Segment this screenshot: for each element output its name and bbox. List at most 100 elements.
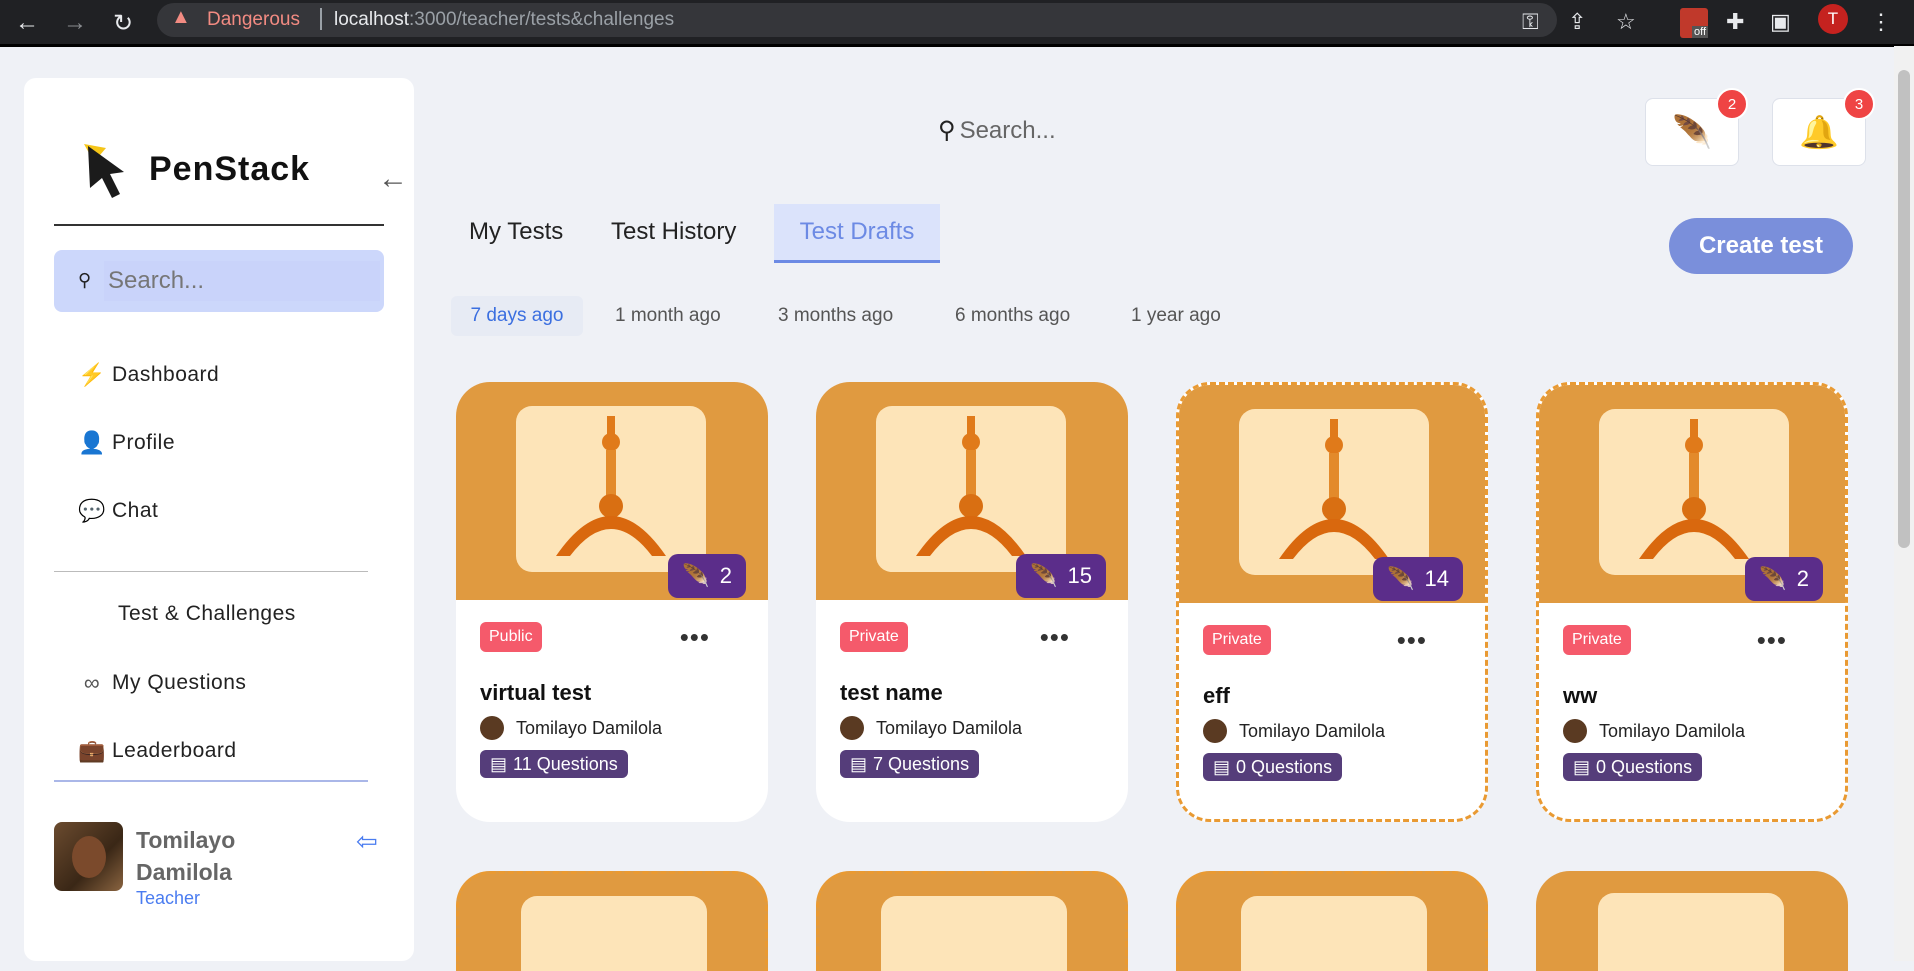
warning-icon[interactable]: ▲ [171, 6, 191, 29]
puzzle-icon[interactable]: ✚ [1726, 9, 1744, 35]
trophy-icon [1241, 896, 1427, 971]
more-options-icon[interactable]: ••• [1397, 625, 1427, 656]
test-card[interactable] [456, 871, 768, 971]
trophy-icon [881, 896, 1067, 971]
user-icon: 👤 [78, 430, 106, 455]
reload-icon[interactable]: ↻ [108, 8, 138, 38]
document-icon: ▤ [1573, 756, 1591, 777]
sidebar-item-dashboard[interactable]: ⚡ Dashboard [78, 362, 219, 388]
document-icon: ▤ [490, 753, 508, 774]
url-separator [320, 8, 322, 30]
card-author: Tomilayo Damilola [1563, 719, 1745, 743]
sidebar-item-label: Profile [112, 431, 176, 454]
side-panel-icon[interactable]: ▣ [1770, 9, 1791, 35]
sidebar-item-chat[interactable]: 💬 Chat [78, 498, 158, 524]
security-label[interactable]: Dangerous [207, 9, 300, 31]
collapse-arrow-icon[interactable]: ← [378, 162, 408, 196]
scrollbar-thumb[interactable] [1898, 70, 1910, 548]
notifications-badge: 3 [1843, 88, 1875, 120]
filter-1-year[interactable]: 1 year ago [1131, 296, 1221, 336]
card-count-badge: 🪶 14 [1373, 557, 1463, 601]
search-icon: ⚲ [938, 117, 956, 144]
visibility-badge: Private [840, 622, 908, 652]
logo-icon [84, 144, 124, 198]
test-card[interactable]: 🪶 2 Public ••• virtual test Tomilayo Dami… [456, 382, 768, 822]
trophy-icon [521, 896, 707, 971]
main-search-placeholder: Search... [959, 116, 1056, 144]
feather-icon: 🪶 [1672, 114, 1712, 150]
brand-name[interactable]: PenStack [149, 150, 310, 189]
search-icon: ⚲ [78, 270, 92, 290]
main-search[interactable]: ⚲ Search... [938, 116, 1056, 145]
filter-7-days[interactable]: 7 days ago [451, 296, 583, 336]
more-options-icon[interactable]: ••• [1040, 622, 1070, 653]
test-card[interactable] [1176, 871, 1488, 971]
tab-test-drafts[interactable]: Test Drafts [774, 204, 940, 263]
filter-6-months[interactable]: 6 months ago [955, 296, 1070, 336]
document-icon: ▤ [850, 753, 868, 774]
sidebar-item-leaderboard[interactable]: 💼 Leaderboard [78, 738, 237, 764]
test-card[interactable] [1536, 871, 1848, 971]
test-card[interactable]: 🪶 15 Private ••• test name Tomilayo Damil… [816, 382, 1128, 822]
test-card[interactable] [816, 871, 1128, 971]
avatar[interactable] [54, 822, 123, 891]
menu-icon[interactable]: ⋮ [1870, 9, 1892, 35]
sidebar-search: ⚲ [54, 250, 384, 312]
card-title: eff [1203, 683, 1230, 708]
bolt-icon: ⚡ [78, 362, 106, 387]
sidebar-item-test-challenges[interactable]: Test & Challenges [118, 602, 296, 626]
sidebar-item-label: Leaderboard [112, 739, 237, 762]
feather-badge: 2 [1716, 88, 1748, 120]
feather-icon: 🪶 [1387, 566, 1415, 591]
card-author: Tomilayo Damilola [1203, 719, 1385, 743]
test-card[interactable]: 🪶 2 Private ••• ww Tomilayo Damilola ▤ 0 Q… [1536, 382, 1848, 822]
extension-icon[interactable]: off [1680, 8, 1708, 38]
sidebar-item-profile[interactable]: 👤 Profile [78, 430, 175, 456]
sidebar-divider [54, 224, 384, 226]
sidebar-divider [54, 571, 368, 572]
key-icon[interactable]: ⚿ [1522, 9, 1539, 35]
author-avatar [1203, 719, 1227, 743]
tab-test-history[interactable]: Test History [611, 218, 736, 246]
feather-icon: 🪶 [682, 563, 710, 588]
sidebar-item-my-questions[interactable]: ∞ My Questions [78, 670, 246, 696]
questions-badge: ▤ 7 Questions [840, 750, 980, 778]
more-options-icon[interactable]: ••• [680, 622, 710, 653]
author-avatar [1563, 719, 1587, 743]
sidebar-item-label: My Questions [112, 671, 247, 694]
visibility-badge: Public [480, 622, 542, 652]
sidebar-search-input[interactable] [104, 261, 380, 301]
bell-icon: 🔔 [1799, 114, 1839, 150]
share-icon[interactable]: ⇪ [1568, 9, 1586, 35]
sidebar-divider [54, 780, 368, 782]
card-title: virtual test [480, 680, 592, 705]
filter-3-months[interactable]: 3 months ago [778, 296, 893, 336]
author-avatar [840, 716, 864, 740]
tab-my-tests[interactable]: My Tests [469, 218, 563, 246]
questions-badge: ▤ 0 Questions [1203, 753, 1343, 781]
back-arrow-icon[interactable]: ← [12, 8, 42, 38]
card-author: Tomilayo Damilola [840, 716, 1022, 740]
trophy-icon [1598, 893, 1784, 971]
visibility-badge: Private [1203, 625, 1271, 655]
author-avatar [480, 716, 504, 740]
more-options-icon[interactable]: ••• [1757, 625, 1787, 656]
questions-badge: ▤ 11 Questions [480, 750, 628, 778]
forward-arrow-icon[interactable]: → [60, 8, 90, 38]
scrollbar[interactable] [1894, 46, 1914, 961]
card-title: test name [840, 680, 943, 705]
briefcase-icon: 💼 [78, 738, 106, 763]
trophy-icon [876, 406, 1066, 572]
star-icon[interactable]: ☆ [1616, 9, 1636, 35]
test-card[interactable]: 🪶 14 Private ••• eff Tomilayo Damilola ▤ 0… [1176, 382, 1488, 822]
infinity-icon: ∞ [83, 670, 101, 695]
logout-icon[interactable]: ⇦ [356, 826, 378, 857]
card-author: Tomilayo Damilola [480, 716, 662, 740]
trophy-icon [516, 406, 706, 572]
create-test-button[interactable]: Create test [1669, 218, 1853, 274]
url-text[interactable]: localhost:3000/teacher/tests&challenges [334, 9, 674, 31]
chat-icon: 💬 [78, 498, 106, 523]
profile-avatar[interactable]: T [1818, 4, 1848, 34]
sidebar-item-label: Test & Challenges [118, 602, 296, 625]
filter-1-month[interactable]: 1 month ago [615, 296, 721, 336]
